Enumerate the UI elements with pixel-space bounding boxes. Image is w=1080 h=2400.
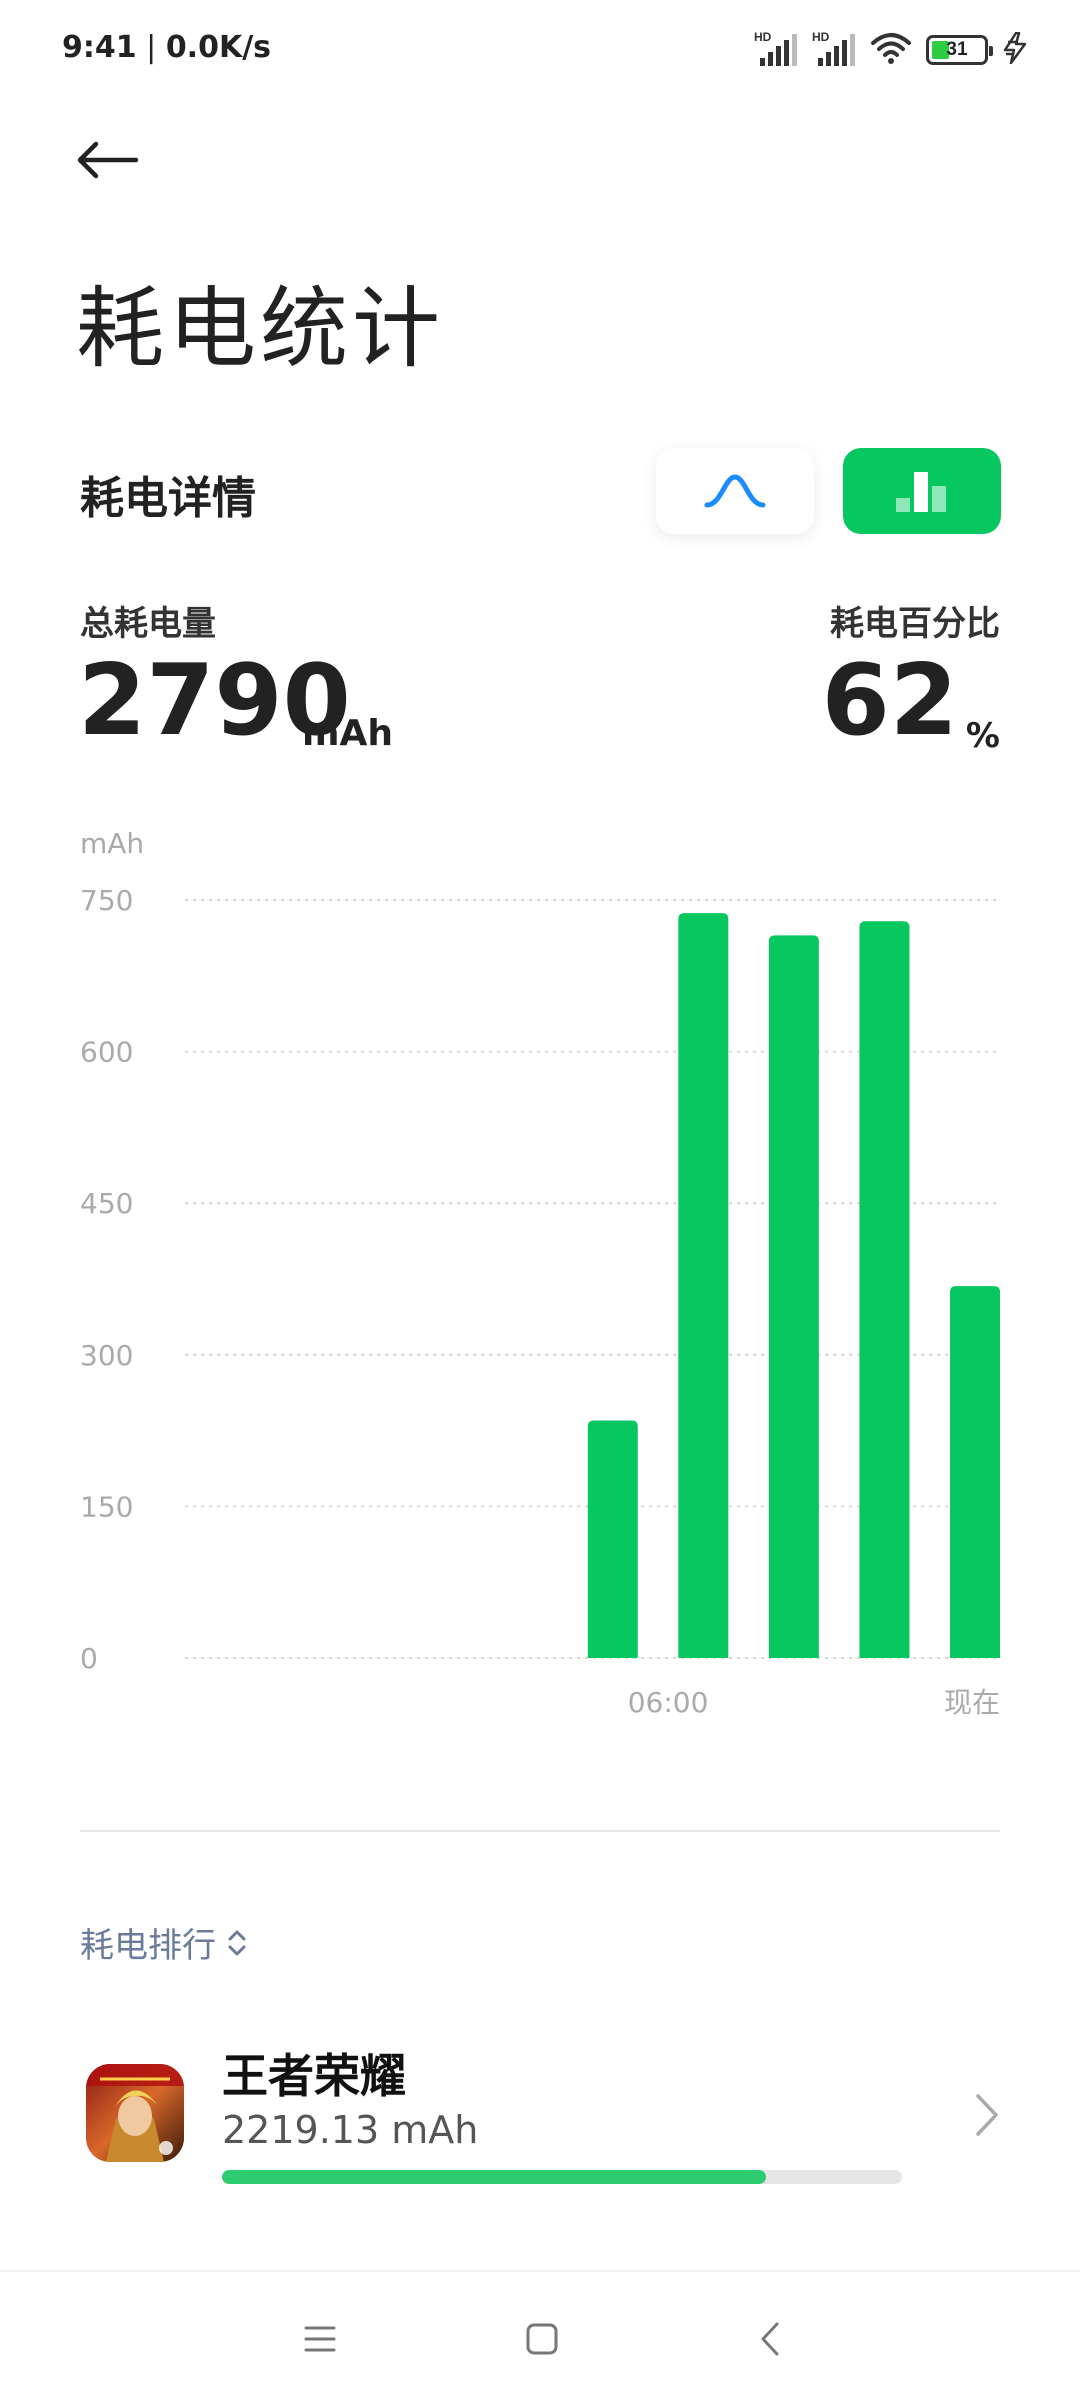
- sim1-hd-label: HD: [754, 30, 772, 44]
- signal-hd-icon: HD: [754, 30, 798, 68]
- section-title: 耗电详情: [80, 473, 256, 524]
- app-usage-progress: [222, 2170, 902, 2184]
- home-icon: [526, 2323, 558, 2355]
- status-separator: |: [136, 30, 166, 65]
- usage-percent-unit: %: [965, 716, 1000, 756]
- signal-hd-icon: HD: [812, 30, 856, 68]
- ranking-label: 耗电排行: [80, 1926, 216, 1966]
- status-icons: HD HD 31: [754, 28, 1028, 72]
- game-app-icon: [86, 2064, 184, 2162]
- menu-icon: [304, 2326, 336, 2352]
- ranking-list-item[interactable]: 王者荣耀 2219.13 mAh: [0, 2030, 1080, 2210]
- chart-y-unit: mAh: [80, 827, 144, 860]
- wifi-icon: [870, 31, 912, 69]
- chart-bar: [587, 1420, 638, 1658]
- chart-y-tick-label: 300: [80, 1339, 133, 1372]
- battery-level: 31: [946, 39, 968, 60]
- chart-bar: [768, 935, 819, 1658]
- charging-bolt-icon: [1002, 31, 1028, 68]
- chart-bar: [859, 921, 910, 1658]
- chart-bar: [678, 913, 729, 1658]
- chart-y-tick-label: 450: [80, 1187, 133, 1220]
- status-time: 9:41: [62, 30, 137, 65]
- chart-y-tick-label: 750: [80, 884, 133, 917]
- app-usage: 2219.13 mAh: [222, 2108, 479, 2152]
- back-button[interactable]: [76, 128, 156, 192]
- back-icon: [761, 2322, 779, 2356]
- back-arrow-icon: [77, 141, 139, 179]
- chart-x-tick-label: 06:00: [628, 1686, 709, 1719]
- network-speed: 0.0K/s: [165, 30, 272, 65]
- divider: [80, 1830, 1000, 1832]
- usage-bar-chart: mAh 0 150 300 450 600 750 06:00 现在: [0, 820, 1080, 1750]
- total-usage-label: 总耗电量: [80, 604, 216, 644]
- chart-y-tick-label: 600: [80, 1036, 133, 1069]
- bar-chart-icon: [896, 472, 946, 512]
- usage-percent-label: 耗电百分比: [830, 604, 1000, 644]
- recent-apps-button[interactable]: [290, 2312, 350, 2366]
- chevron-right-icon: [976, 2094, 998, 2136]
- app-usage-progress-fill: [222, 2170, 766, 2184]
- status-time-speed: 9:41 | 0.0K/s: [62, 30, 271, 65]
- curve-icon: [704, 474, 766, 508]
- battery-icon: 31: [926, 35, 993, 65]
- battery-usage-screen: 9:41 | 0.0K/s HD HD 31 耗电统计 耗电详情 总耗电量 耗电…: [0, 0, 1080, 2400]
- app-name: 王者荣耀: [222, 2049, 406, 2103]
- ranking-sort-button[interactable]: 耗电排行: [80, 1918, 248, 1967]
- chart-svg: mAh 0 150 300 450 600 750 06:00 现在: [80, 827, 1000, 1719]
- total-usage-unit: mAh: [302, 713, 394, 754]
- chart-bar: [950, 1286, 1000, 1658]
- sim2-hd-label: HD: [812, 30, 830, 44]
- navigation-bar: [0, 2270, 1080, 2400]
- usage-percent-value: 62: [821, 644, 958, 758]
- page-title: 耗电统计: [76, 277, 445, 380]
- bar-view-button[interactable]: [843, 448, 1001, 534]
- sort-updown-icon: [228, 1930, 246, 1955]
- chart-y-tick-label: 0: [80, 1642, 98, 1675]
- home-button[interactable]: [512, 2312, 572, 2366]
- chart-y-tick-label: 150: [80, 1490, 133, 1523]
- nav-back-button[interactable]: [740, 2312, 800, 2366]
- status-bar: 9:41 | 0.0K/s HD HD 31: [0, 0, 1080, 100]
- chart-x-tick-label: 现在: [944, 1686, 1000, 1719]
- curve-view-button[interactable]: [656, 448, 814, 534]
